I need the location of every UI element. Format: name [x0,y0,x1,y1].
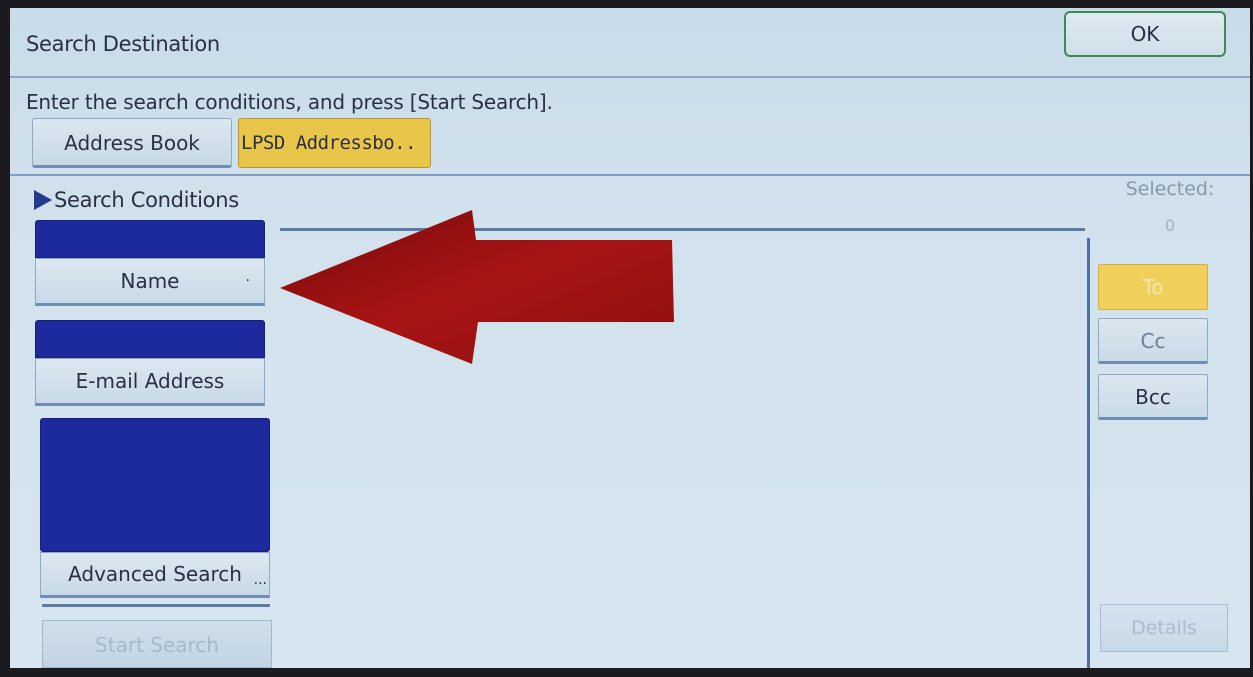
name-button-label: Name [120,269,180,293]
bcc-button[interactable]: Bcc [1098,374,1208,420]
triangle-right-icon [34,190,52,210]
email-value-field[interactable] [35,320,265,358]
tab-address-book[interactable]: Address Book [32,118,232,168]
email-address-label: E-mail Address [75,369,225,393]
ok-button[interactable]: OK [1064,11,1226,57]
selected-label: Selected: [1125,178,1215,200]
name-button[interactable]: Name · [35,258,265,306]
divider [42,604,270,607]
red-arrow-left-icon [280,210,674,364]
dot-icon: · [245,273,250,289]
details-button[interactable]: Details [1100,604,1228,652]
search-conditions-heading: Search Conditions [34,188,239,212]
advanced-search-label: Advanced Search [68,562,242,586]
cc-button[interactable]: Cc [1098,318,1208,364]
search-conditions-label: Search Conditions [54,188,239,212]
to-button[interactable]: To [1098,264,1208,310]
selected-count: 0 [1164,216,1176,235]
advanced-search-area [40,418,270,552]
email-condition: E-mail Address [35,320,265,406]
divider [10,174,1250,176]
title-bar: Search Destination OK [10,8,1250,78]
advanced-search-button[interactable]: Advanced Search ... [40,552,270,598]
tab-lpsd-addressbook[interactable]: LPSD Addressbo.. [238,118,431,168]
advanced-search-condition: Advanced Search ... [40,418,270,598]
copier-screen: Search Destination OK Enter the search c… [10,8,1250,668]
start-search-button[interactable]: Start Search [42,620,272,668]
email-address-button[interactable]: E-mail Address [35,358,265,406]
name-condition: Name · [35,220,265,306]
ellipsis-icon: ... [253,572,267,588]
page-title: Search Destination [26,32,220,56]
divider [1087,238,1090,668]
name-value-field[interactable] [35,220,265,258]
instruction-text: Enter the search conditions, and press [… [26,90,553,114]
